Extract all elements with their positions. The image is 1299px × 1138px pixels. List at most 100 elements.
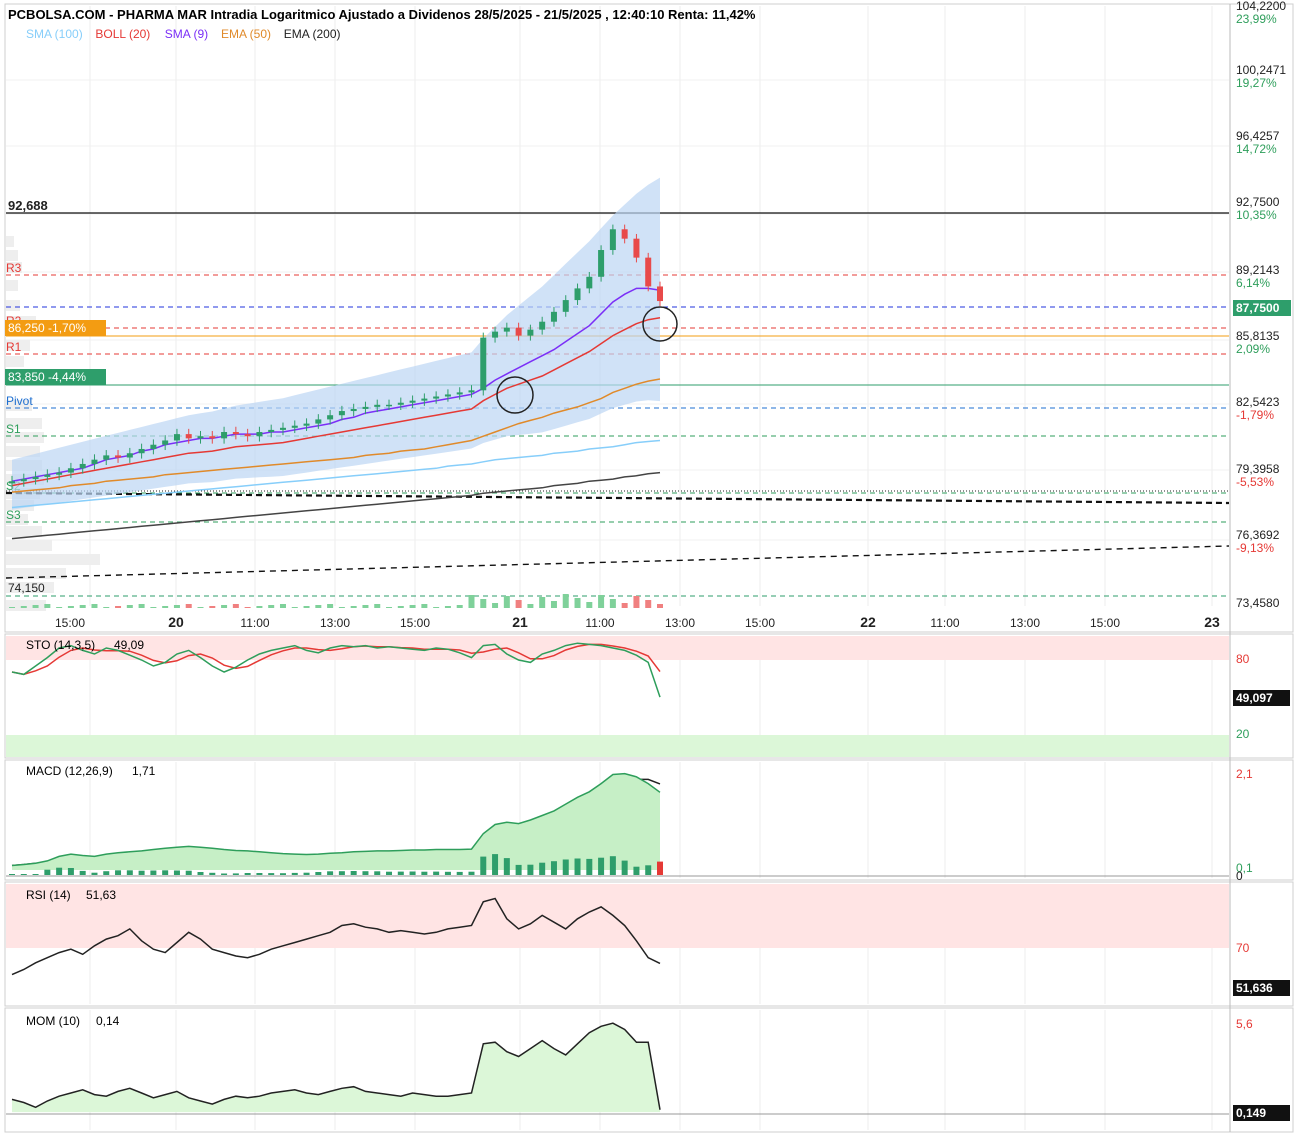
macd-hist-34 [409,871,416,875]
low-label: 74,150 [8,581,45,595]
rsi-level-70: 70 [1236,941,1250,955]
macd-hist-48 [574,858,581,875]
legend-item-4: EMA (200) [284,27,341,41]
volume-bar-21 [256,606,263,608]
volume-profile-bar-19 [6,540,52,551]
pivot-label-2: R1 [6,340,22,354]
macd-hist-36 [433,871,440,875]
volume-bar-13 [162,606,169,608]
macd-title: MACD (12,26,9) [26,764,113,778]
macd-main-fill [12,773,660,870]
sto-value: 49,09 [114,638,144,652]
volume-bar-18 [221,605,228,608]
volume-bar-2 [32,605,39,608]
volume-profile-bar-20 [6,554,100,565]
volume-bar-23 [279,604,286,608]
macd-hist-0 [9,874,15,875]
price-axis-value-4: 89,2143 [1236,263,1280,277]
marker-orange-label: 86,250 -1,70% [8,321,86,335]
volume-bar-54 [645,600,652,608]
macd-hist-3 [44,869,51,875]
macd-value: 1,71 [132,764,156,778]
macd-hist-21 [256,873,263,875]
pivot-label-4: S1 [6,422,21,436]
volume-bar-32 [386,607,393,608]
macd-hist-30 [362,871,369,875]
time-axis-label-12: 15:00 [1090,616,1120,630]
time-axis-label-7: 13:00 [665,616,695,630]
candle-body-5 [67,468,74,473]
candle-body-46 [550,311,557,322]
volume-bar-16 [197,607,204,608]
macd-hist-19 [232,873,239,875]
candle-body-55 [657,286,663,302]
volume-bar-11 [138,604,145,608]
volume-bar-28 [338,607,345,608]
price-axis-pct-2: 14,72% [1236,142,1277,156]
candle-body-45 [539,321,546,330]
price-axis-pct-3: 10,35% [1236,208,1277,222]
candle-body-53 [633,238,640,258]
macd-hist-20 [244,873,251,875]
macd-hist-49 [586,858,593,875]
volume-profile-bar-23 [6,600,46,611]
macd-hist-54 [645,865,652,875]
volume-bar-41 [492,603,499,608]
volume-bar-35 [421,604,428,608]
price-axis-pct-5: 2,09% [1236,342,1270,356]
candle-body-47 [562,300,569,312]
candle-body-19 [232,432,239,435]
volume-bar-44 [527,604,534,608]
candle-body-4 [56,472,63,475]
volume-bar-3 [44,604,51,608]
legend: SMA (100) BOLL (20) SMA (9) EMA (50) EMA (20… [26,27,341,41]
candle-body-50 [598,250,605,277]
candle-body-12 [150,444,157,449]
time-axis-label-9: 22 [860,614,876,630]
price-axis-value-8: 76,3692 [1236,528,1280,542]
candle-body-2 [32,476,39,480]
time-axis-label-4: 15:00 [400,616,430,630]
legend-item-1: BOLL (20) [95,27,150,41]
volume-bar-29 [350,606,357,608]
macd-hist-24 [291,872,298,875]
price-axis-pct-6: -1,79% [1236,408,1274,422]
volume-bar-14 [173,605,180,608]
volume-bar-37 [444,606,451,608]
volume-bar-12 [150,607,157,608]
macd-hist-46 [550,861,557,875]
candle-body-24 [291,425,298,428]
macd-hist-14 [173,870,180,875]
volume-profile-bar-1 [6,250,18,261]
macd-hist-17 [209,872,216,875]
price-axis-value-3: 92,7500 [1236,195,1280,209]
macd-hist-39 [468,871,475,875]
time-axis-label-0: 15:00 [55,616,85,630]
volume-bar-43 [515,600,522,608]
candle-body-21 [256,432,263,437]
candle-body-8 [103,455,110,460]
price-axis-pct-4: 6,14% [1236,276,1270,290]
macd-hist-38 [456,871,463,875]
macd-hist-47 [562,859,569,875]
macd-hist-5 [67,868,74,875]
legend-item-2: SMA (9) [165,27,208,41]
rsi-value-box-label: 51,636 [1236,981,1273,995]
volume-bar-45 [539,597,546,608]
price-axis-pct-1: 19,27% [1236,76,1277,90]
macd-hist-22 [268,873,275,875]
volume-bar-20 [244,607,251,608]
volume-bar-5 [67,606,74,608]
rsi-value: 51,63 [86,888,116,902]
time-axis-label-13: 23 [1204,614,1220,630]
trendline-lower [5,545,1230,579]
price-axis-value-1: 100,2471 [1236,63,1286,77]
candle-body-17 [209,436,216,439]
volume-bar-47 [562,594,569,608]
candle-body-28 [338,411,345,416]
macd-hist-53 [633,866,640,875]
legend-item-3: EMA (50) [221,27,271,41]
macd-hist-33 [397,871,404,875]
marker-green-label: 83,850 -4,44% [8,370,86,384]
mom-value-box-label: 0,149 [1236,1106,1266,1120]
